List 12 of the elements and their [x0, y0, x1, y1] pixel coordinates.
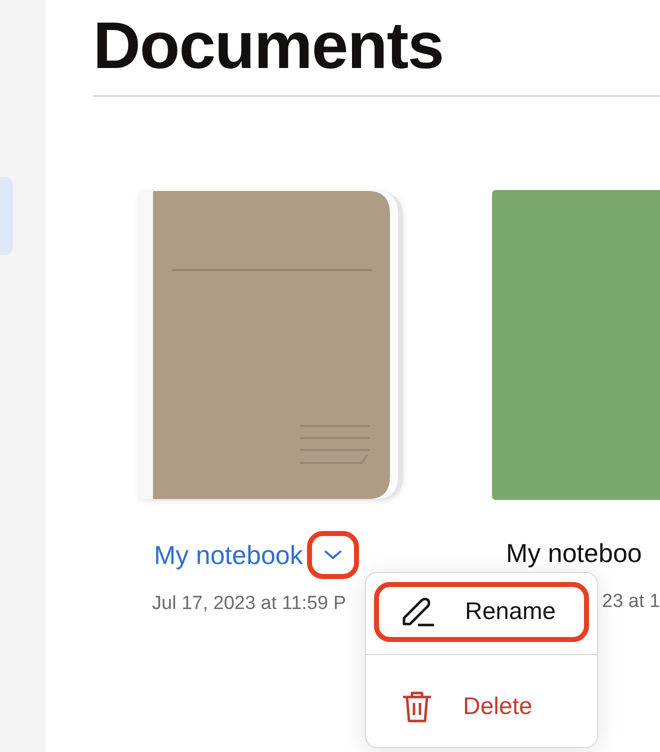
chevron-down-icon	[324, 550, 342, 560]
document-date: Jul 17, 2023 at 11:59 P	[152, 592, 346, 616]
document-date: 23 at 1	[602, 590, 660, 614]
menu-item[interactable]: Rename	[374, 582, 589, 642]
page-title: Documents	[93, 7, 444, 78]
menu-item[interactable]: Delete	[374, 667, 589, 747]
trash-icon	[401, 690, 433, 724]
document-menu-button[interactable]	[306, 531, 359, 579]
document-title[interactable]: My noteboo	[492, 534, 642, 572]
notebook-cover[interactable]	[140, 190, 405, 502]
pencil-icon	[401, 597, 435, 627]
document-title[interactable]: My notebook	[140, 536, 303, 574]
